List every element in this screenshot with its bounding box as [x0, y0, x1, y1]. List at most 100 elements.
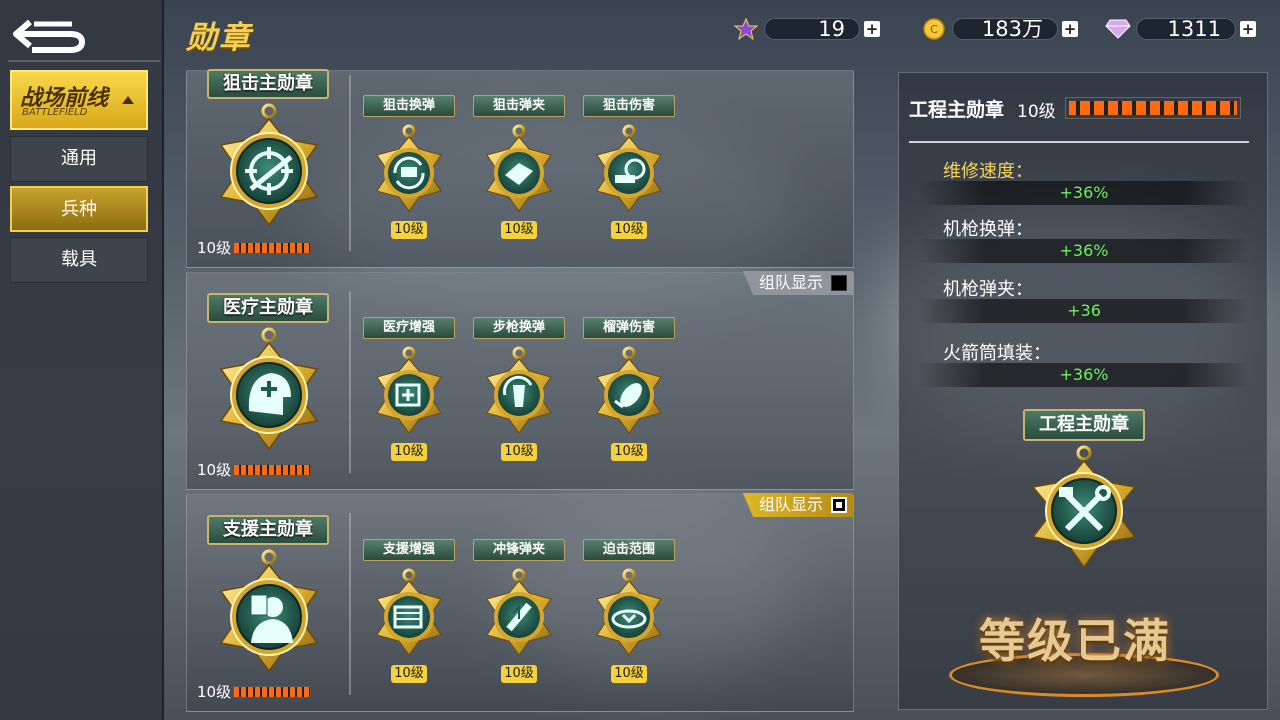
- stat-name: 机枪弹夹：: [943, 279, 1033, 300]
- medal-platform-icon: [732, 17, 760, 41]
- add-gold-button[interactable]: +: [1062, 21, 1078, 37]
- level-text: 10级: [197, 461, 232, 479]
- sniper-main-medal[interactable]: [207, 101, 331, 241]
- max-level-badge: 等级已满: [949, 593, 1229, 703]
- sidebar: 战场前线 BATTLEFIELD 通用 兵种 载具: [0, 0, 164, 720]
- category-battlefield[interactable]: 战场前线 BATTLEFIELD: [10, 70, 148, 130]
- sub-medal[interactable]: 狙击伤害 10级: [583, 95, 675, 245]
- sub-medal[interactable]: 步枪换弹 10级: [473, 317, 565, 467]
- sub-medal-level: 10级: [611, 665, 647, 683]
- sub-medal-level: 10级: [391, 221, 427, 239]
- stat-value: +36%: [919, 239, 1249, 263]
- stat-row: 机枪弹夹： +36: [919, 275, 1249, 337]
- sub-medal-level: 10级: [501, 665, 537, 683]
- diamond-icon: [1104, 17, 1132, 41]
- group-display-label: 组队显示: [758, 273, 823, 292]
- main-medal-level: 10级: [197, 237, 312, 258]
- top-bar: 勋章 19 + C 183万 + 1311 +: [0, 0, 1280, 62]
- checkbox[interactable]: [831, 275, 847, 291]
- medic-helmet-medal-icon: [219, 327, 319, 451]
- sub-medal-label: 狙击换弹: [363, 95, 455, 117]
- group-display-toggle[interactable]: 组队显示: [742, 493, 853, 517]
- medkit-medal-icon: [376, 346, 442, 434]
- supply-box-medal-icon: [376, 568, 442, 656]
- medic-main-medal[interactable]: [207, 325, 331, 465]
- stat-row: 火箭筒填装： +36%: [919, 339, 1249, 401]
- sub-medal-level: 10级: [501, 443, 537, 461]
- mortar-range-medal-icon: [596, 568, 662, 656]
- tab-troop-type[interactable]: 兵种: [10, 186, 148, 232]
- stat-value: +36%: [919, 363, 1249, 387]
- wrench-hammer-medal-icon: [1031, 445, 1137, 569]
- grenade-medal-icon: [596, 346, 662, 434]
- reload-medal-icon: [376, 124, 442, 212]
- stat-name: 维修速度：: [943, 161, 1033, 182]
- sub-medal-label: 步枪换弹: [473, 317, 565, 339]
- detail-level-bar: [1065, 97, 1241, 119]
- medal-panel-support: 组队显示 支援主勋章 10级 支援增强 10级 冲锋弹夹 10级 迫击范围 10…: [186, 493, 854, 712]
- sub-medal-label: 榴弹伤害: [583, 317, 675, 339]
- divider: [909, 141, 1249, 143]
- max-level-text: 等级已满: [979, 614, 1171, 668]
- medal-detail-panel: 工程主勋章 10级 维修速度： +36% 机枪换弹： +36% 机枪弹夹： +3…: [898, 72, 1268, 710]
- sub-medal[interactable]: 狙击弹夹 10级: [473, 95, 565, 245]
- sub-medal[interactable]: 支援增强 10级: [363, 539, 455, 689]
- sub-medal[interactable]: 冲锋弹夹 10级: [473, 539, 565, 689]
- level-bar: [233, 463, 312, 476]
- divider: [349, 75, 351, 251]
- back-arrow-icon: [13, 19, 86, 53]
- tab-general[interactable]: 通用: [10, 136, 148, 182]
- currency-value: 19: [764, 18, 860, 40]
- sub-medal-level: 10级: [501, 221, 537, 239]
- currency-value: 1311: [1136, 18, 1236, 40]
- main-medal-label: 医疗主勋章: [207, 293, 329, 323]
- sub-medal-level: 10级: [611, 443, 647, 461]
- detail-medal-label: 工程主勋章: [1023, 409, 1145, 441]
- checkbox-checked[interactable]: [831, 497, 847, 513]
- category-sub-label: BATTLEFIELD: [22, 107, 88, 118]
- crosshair-medal-icon: [219, 103, 319, 227]
- sub-medal[interactable]: 迫击范围 10级: [583, 539, 675, 689]
- sub-medal-level: 10级: [391, 665, 427, 683]
- support-soldier-medal-icon: [219, 549, 319, 673]
- support-main-medal[interactable]: [207, 547, 331, 687]
- sub-medal-label: 支援增强: [363, 539, 455, 561]
- divider: [349, 291, 351, 473]
- sub-medal-level: 10级: [391, 443, 427, 461]
- sub-medal-label: 医疗增强: [363, 317, 455, 339]
- sub-medal-label: 冲锋弹夹: [473, 539, 565, 561]
- level-bar: [233, 685, 312, 698]
- currency-diamond: 1311 +: [1104, 16, 1256, 42]
- sub-medal-level: 10级: [611, 221, 647, 239]
- sub-medal[interactable]: 榴弹伤害 10级: [583, 317, 675, 467]
- stat-row: 机枪换弹： +36%: [919, 215, 1249, 277]
- level-text: 10级: [197, 683, 232, 701]
- main-medal-label: 支援主勋章: [207, 515, 329, 545]
- sub-medal-label: 狙击弹夹: [473, 95, 565, 117]
- divider: [349, 513, 351, 695]
- page-title: 勋章: [186, 20, 252, 56]
- stat-row: 维修速度： +36%: [919, 157, 1249, 219]
- engineer-main-medal: [1019, 445, 1149, 575]
- medal-panel-sniper: 狙击主勋章 10级 狙击换弹 10级 狙击弹夹 10级 狙击伤害 10级: [186, 69, 854, 268]
- magazine-medal-icon: [486, 124, 552, 212]
- main-medal-level: 10级: [197, 681, 312, 702]
- stat-value: +36: [919, 299, 1249, 323]
- group-display-label: 组队显示: [758, 495, 823, 514]
- back-button[interactable]: [12, 14, 90, 56]
- collapse-arrow-icon: [122, 96, 134, 104]
- stat-name: 火箭筒填装：: [943, 343, 1051, 364]
- add-diamond-button[interactable]: +: [1240, 21, 1256, 37]
- stat-value: +36%: [919, 181, 1249, 205]
- sub-medal[interactable]: 狙击换弹 10级: [363, 95, 455, 245]
- add-medal-button[interactable]: +: [864, 21, 880, 37]
- smg-magazine-medal-icon: [486, 568, 552, 656]
- currency-medal-platform: 19 +: [732, 16, 880, 42]
- medal-panel-medic: 组队显示 医疗主勋章 10级 医疗增强 10级 步枪换弹 10级 榴弹伤害 10…: [186, 271, 854, 490]
- damage-medal-icon: [596, 124, 662, 212]
- sub-medal[interactable]: 医疗增强 10级: [363, 317, 455, 467]
- rifle-reload-medal-icon: [486, 346, 552, 434]
- group-display-toggle[interactable]: 组队显示: [742, 271, 853, 295]
- tab-vehicle[interactable]: 载具: [10, 237, 148, 283]
- sub-medal-label: 狙击伤害: [583, 95, 675, 117]
